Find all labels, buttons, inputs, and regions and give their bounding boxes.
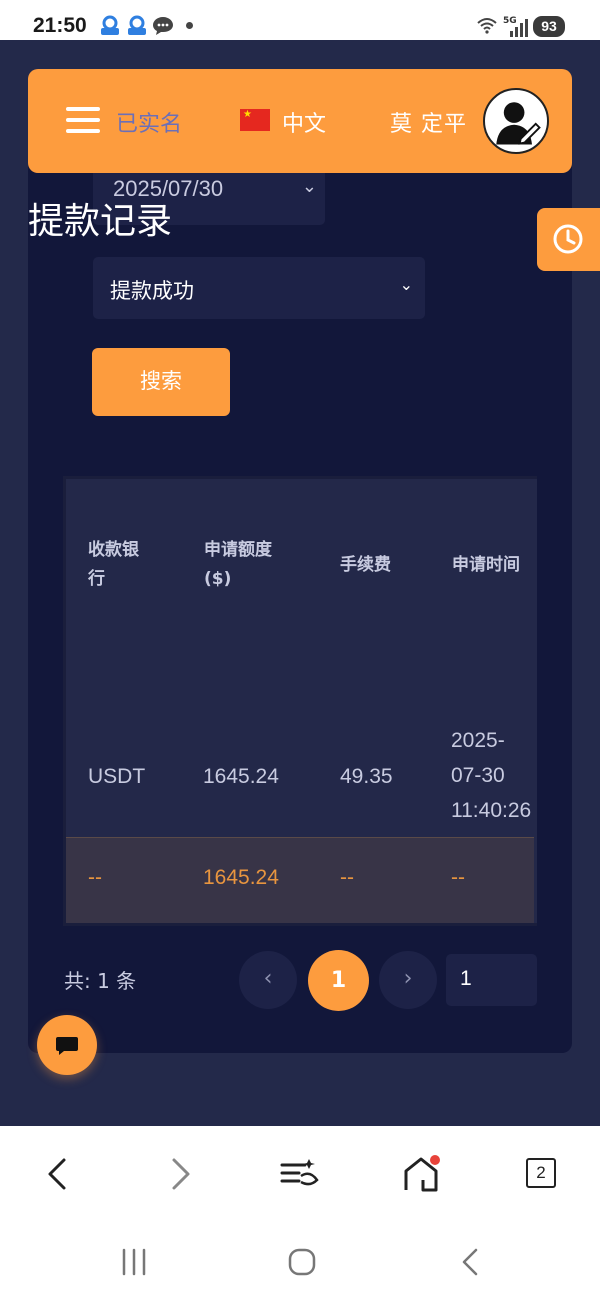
prev-page-button[interactable]: ‹ <box>239 951 297 1009</box>
username[interactable]: 莫 定平 <box>390 106 467 138</box>
browser-toolbar: 2 <box>0 1126 600 1222</box>
verification-status[interactable]: 已实名 <box>116 106 182 138</box>
top-header: 已实名 ★ 中文 莫 定平 <box>28 69 572 173</box>
column-header-amount: 申请额度 ($) <box>204 540 272 589</box>
notification-dot-icon <box>186 22 193 29</box>
total-row: -- 1645.24 -- -- <box>66 837 534 923</box>
status-select[interactable]: 提款成功 ⌄ <box>93 257 425 319</box>
wifi-icon <box>477 18 497 34</box>
recent-apps-icon[interactable] <box>116 1244 152 1280</box>
record-count: 共: 1 条 <box>64 969 137 993</box>
column-header-bank: 收款银 行 <box>88 540 139 589</box>
web-page: 已实名 ★ 中文 莫 定平 2025/07/30 ⌄ 提款记录 提款成功 ⌄ 搜… <box>0 40 600 1126</box>
tabs-icon[interactable]: 2 <box>523 1154 563 1194</box>
tabs-count: 2 <box>526 1158 556 1188</box>
app-notification-icon <box>101 15 119 35</box>
app-notification-icon <box>128 15 146 35</box>
column-header-time: 申请时间 <box>452 555 520 575</box>
page-title: 提款记录 <box>28 201 173 242</box>
column-header-fee: 手续费 <box>340 555 391 575</box>
cell-bank: USDT <box>88 765 146 788</box>
signal-icon <box>510 19 528 37</box>
system-nav-bar <box>0 1222 600 1300</box>
page-jump-input[interactable]: 1 <box>446 954 537 1006</box>
withdrawal-table: 收款银 行 申请额度 ($) 手续费 申请时间 USDT 1645.24 49.… <box>63 476 537 926</box>
search-button[interactable]: 搜索 <box>92 348 230 416</box>
total-time: -- <box>451 866 465 889</box>
next-page-button[interactable]: › <box>379 951 437 1009</box>
china-flag-icon[interactable]: ★ <box>240 109 270 131</box>
chevron-down-icon: ⌄ <box>399 275 413 294</box>
cell-amount: 1645.24 <box>203 765 279 788</box>
cell-fee: 49.35 <box>340 765 393 788</box>
home-button-icon[interactable] <box>284 1244 320 1280</box>
total-amount: 1645.24 <box>203 866 279 889</box>
cell-time: 2025- 07-30 11:40:26 <box>451 729 532 822</box>
status-time: 21:50 <box>33 14 87 37</box>
battery-level: 93 <box>533 16 565 37</box>
avatar-icon[interactable] <box>483 88 549 154</box>
clock-icon <box>553 224 583 254</box>
menu-icon[interactable] <box>66 107 100 133</box>
history-clock-button[interactable] <box>537 208 600 271</box>
reader-icon[interactable] <box>279 1154 319 1194</box>
forward-icon[interactable] <box>160 1154 200 1194</box>
chat-button[interactable] <box>37 1015 97 1075</box>
current-page-button[interactable]: 1 <box>308 950 369 1011</box>
message-icon <box>153 17 173 35</box>
total-bank: -- <box>88 866 102 889</box>
system-back-icon[interactable] <box>452 1244 488 1280</box>
status-value: 提款成功 <box>110 279 194 303</box>
home-icon[interactable] <box>401 1154 441 1194</box>
total-fee: -- <box>340 866 354 889</box>
language-selector[interactable]: 中文 <box>282 106 326 138</box>
chevron-down-icon: ⌄ <box>301 176 317 196</box>
back-icon[interactable] <box>38 1154 78 1194</box>
chat-icon <box>56 1037 78 1055</box>
